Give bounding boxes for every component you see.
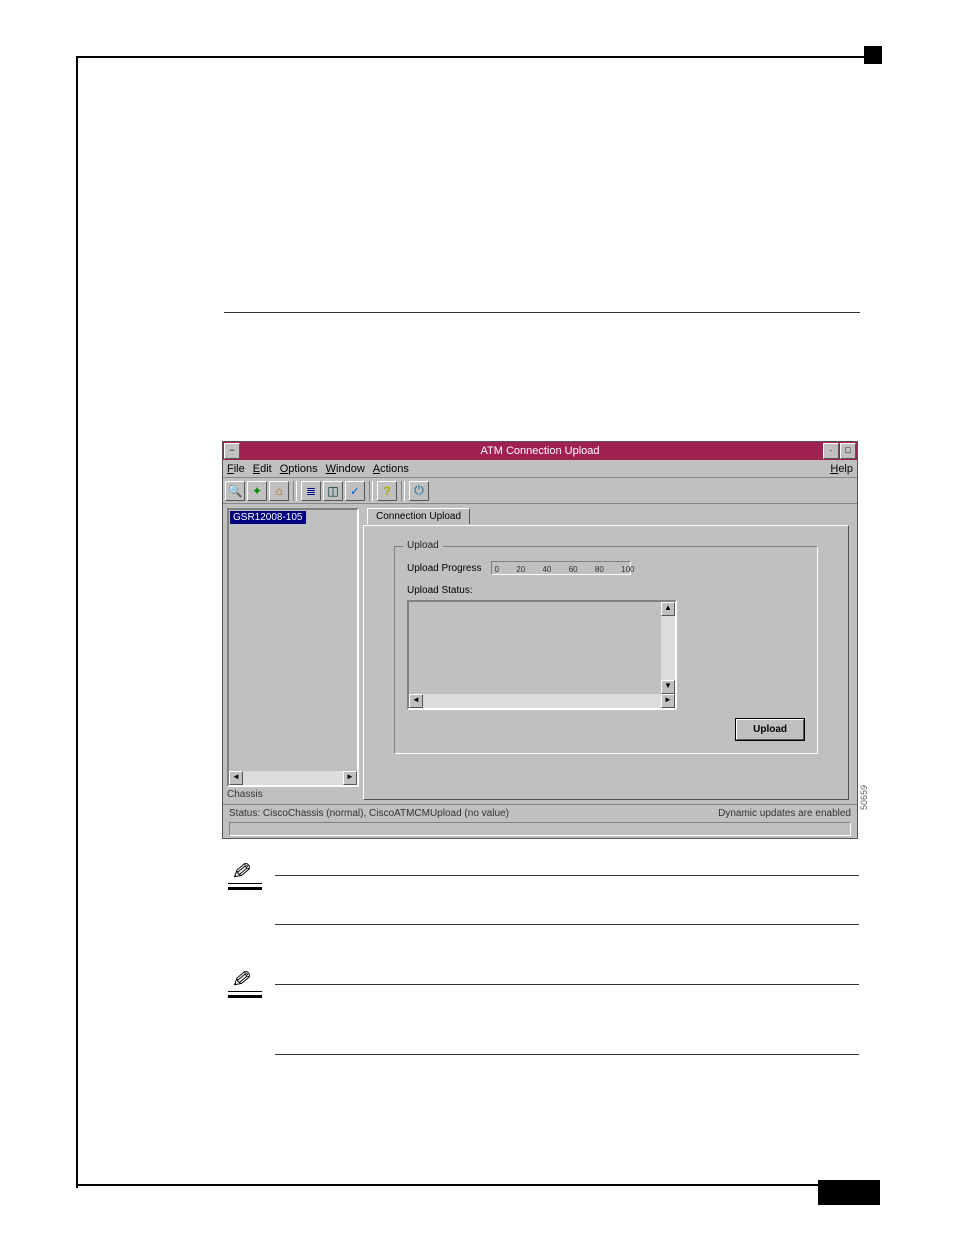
home-icon[interactable]: ⌂: [269, 481, 289, 501]
scroll-right-icon[interactable]: ►: [661, 694, 675, 708]
scroll-track[interactable]: [423, 694, 661, 708]
horizontal-scrollbar[interactable]: ◄ ►: [229, 771, 357, 785]
scroll-track[interactable]: [661, 616, 675, 680]
upload-status-label: Upload Status:: [407, 585, 473, 596]
topology-icon[interactable]: ✦: [247, 481, 267, 501]
scroll-right-icon[interactable]: ►: [343, 771, 357, 785]
scroll-left-icon[interactable]: ◄: [229, 771, 243, 785]
horizontal-scrollbar[interactable]: ◄ ►: [409, 694, 675, 708]
upload-status-textarea[interactable]: ▲ ▼ ◄ ►: [407, 600, 677, 710]
toolbar-separator: [401, 481, 405, 501]
menu-help[interactable]: Help: [830, 463, 853, 475]
toolbar: 🔍 ✦ ⌂ ≣ ◫ ✓ ? ⏻: [223, 478, 857, 504]
application-window: − ATM Connection Upload · □ File Edit Op…: [222, 441, 858, 839]
vertical-scrollbar[interactable]: ▲ ▼: [661, 602, 675, 694]
find-icon[interactable]: 🔍: [225, 481, 245, 501]
upload-progress-bar: 0 20 40 60 80 100: [491, 561, 631, 575]
toolbar-separator: [369, 481, 373, 501]
power-icon[interactable]: ⏻: [409, 481, 429, 501]
upload-groupbox: Upload Upload Progress 0 20 40 60: [394, 546, 818, 754]
system-menu-button[interactable]: −: [224, 443, 240, 459]
upload-button[interactable]: Upload: [735, 718, 805, 741]
titlebar: − ATM Connection Upload · □: [223, 442, 857, 460]
tab-panel: Upload Upload Progress 0 20 40 60: [363, 525, 849, 800]
database-icon[interactable]: ◫: [323, 481, 343, 501]
progress-ticks: 0 20 40 60 80 100: [494, 565, 634, 574]
menu-actions[interactable]: Actions: [373, 463, 409, 475]
chassis-label: Chassis: [227, 789, 359, 800]
note-icon: [228, 864, 262, 890]
menu-window[interactable]: Window: [326, 463, 365, 475]
scroll-left-icon[interactable]: ◄: [409, 694, 423, 708]
tab-connection-upload[interactable]: Connection Upload: [367, 508, 470, 524]
figure-code: 50659: [859, 785, 869, 810]
scroll-down-icon[interactable]: ▼: [661, 680, 675, 694]
status-text-left: Status: CiscoChassis (normal), CiscoATMC…: [229, 808, 509, 819]
chassis-list-item[interactable]: GSR12008-105: [230, 511, 306, 524]
maximize-button[interactable]: □: [840, 443, 856, 459]
list-icon[interactable]: ≣: [301, 481, 321, 501]
menu-options[interactable]: Options: [280, 463, 318, 475]
upload-progress-label: Upload Progress: [407, 563, 481, 574]
note-icon: [228, 972, 262, 998]
help-icon[interactable]: ?: [377, 481, 397, 501]
menubar: File Edit Options Window Actions Help: [223, 460, 857, 478]
groupbox-legend: Upload: [403, 540, 443, 551]
scroll-track[interactable]: [243, 771, 343, 785]
menu-file[interactable]: File: [227, 463, 245, 475]
statusbar: Status: CiscoChassis (normal), CiscoATMC…: [223, 804, 857, 838]
toolbar-separator: [293, 481, 297, 501]
status-text-right: Dynamic updates are enabled: [718, 808, 851, 819]
minimize-button[interactable]: ·: [823, 443, 839, 459]
status-sunken-bar: [229, 822, 851, 836]
chassis-list[interactable]: GSR12008-105 ◄ ►: [227, 508, 359, 787]
scroll-up-icon[interactable]: ▲: [661, 602, 675, 616]
window-title: ATM Connection Upload: [480, 445, 599, 457]
left-pane: GSR12008-105 ◄ ► Chassis: [223, 504, 363, 804]
check-icon[interactable]: ✓: [345, 481, 365, 501]
menu-edit[interactable]: Edit: [253, 463, 272, 475]
